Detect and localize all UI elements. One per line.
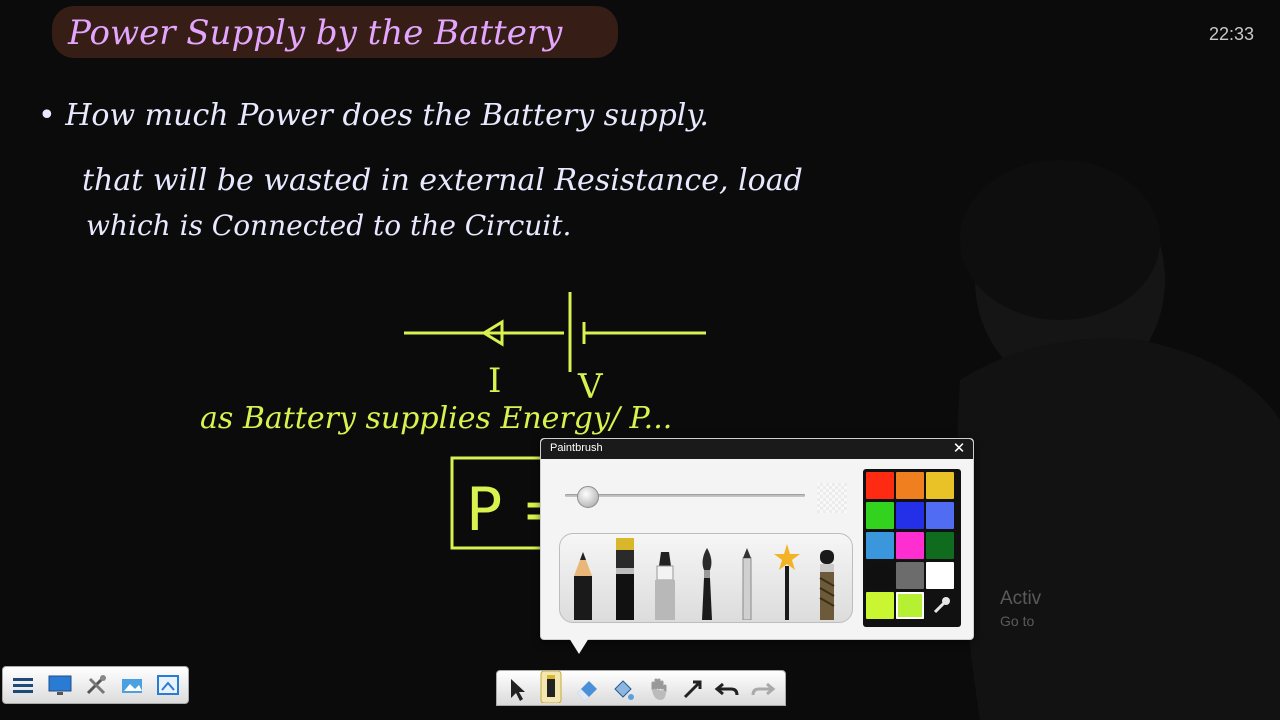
highlighter-icon[interactable]: [652, 542, 678, 620]
board-note: as Battery supplies Energy/ P...: [200, 401, 672, 436]
eyedropper-icon[interactable]: [926, 592, 954, 619]
activate-watermark-title: Activ: [1000, 588, 1042, 609]
left-toolbar: [2, 666, 189, 704]
color-swatch-blue[interactable]: [896, 502, 924, 529]
board-title: Power Supply by the Battery: [67, 13, 563, 53]
pencil-icon[interactable]: [570, 542, 596, 620]
calligraphy-brush-icon[interactable]: [694, 542, 720, 620]
undo-icon[interactable]: [713, 675, 741, 703]
paintbrush-panel: Paintbrush ✕: [540, 438, 974, 654]
menu-icon[interactable]: [9, 671, 37, 699]
color-palette: [863, 469, 961, 627]
brush-marker-icon[interactable]: [612, 536, 638, 620]
presenter-silhouette: [957, 160, 1280, 720]
texture-brush-icon[interactable]: [814, 542, 840, 620]
brush-size-slider[interactable]: [565, 494, 805, 497]
center-toolbar: [496, 670, 786, 706]
circuit-diagram: [404, 292, 706, 372]
gallery-icon[interactable]: [118, 671, 146, 699]
board-line-1: • How much Power does the Battery supply…: [38, 98, 709, 133]
close-icon[interactable]: ✕: [951, 440, 967, 456]
magic-star-wand-icon[interactable]: [774, 542, 800, 620]
panel-pointer: [569, 638, 589, 654]
paintbrush-title: Paintbrush: [550, 442, 603, 454]
color-swatch-orange[interactable]: [896, 472, 924, 499]
board-line-3: which is Connected to the Circuit.: [86, 209, 571, 242]
monitor-icon[interactable]: [46, 671, 74, 699]
brush-size-slider-thumb[interactable]: [577, 486, 599, 508]
color-swatch-dark-green[interactable]: [926, 532, 954, 559]
board-line-2: that will be wasted in external Resistan…: [82, 163, 803, 198]
color-swatch-sky-blue[interactable]: [866, 532, 894, 559]
color-swatch-gray[interactable]: [896, 562, 924, 589]
select-arrow-icon[interactable]: [503, 675, 531, 703]
color-swatch-periwinkle[interactable]: [926, 502, 954, 529]
brush-size-preview: [817, 483, 847, 513]
color-swatch-white[interactable]: [926, 562, 954, 589]
current-label: I: [488, 361, 501, 401]
color-swatch-black[interactable]: [866, 562, 894, 589]
hand-icon[interactable]: [645, 675, 673, 703]
color-swatch-yellow[interactable]: [926, 472, 954, 499]
clock: 22:33: [1208, 24, 1254, 44]
tools-icon[interactable]: [82, 671, 110, 699]
screenshot-icon[interactable]: [154, 671, 182, 699]
color-swatch-green[interactable]: [866, 502, 894, 529]
paintbrush-titlebar[interactable]: Paintbrush ✕: [541, 439, 973, 459]
fill-icon[interactable]: [609, 675, 637, 703]
shapes-arrow-icon[interactable]: [679, 675, 707, 703]
color-swatch-lime-selected[interactable]: [896, 592, 924, 619]
color-swatch-red[interactable]: [866, 472, 894, 499]
color-swatch-magenta[interactable]: [896, 532, 924, 559]
pen-icon[interactable]: [734, 542, 760, 620]
brush-tray: [559, 533, 853, 623]
eraser-icon[interactable]: [573, 675, 601, 703]
activate-watermark-subtitle: Go to: [1000, 613, 1035, 629]
pen-tool-icon[interactable]: [537, 670, 565, 704]
color-swatch-lime[interactable]: [866, 592, 894, 619]
redo-icon[interactable]: [749, 675, 777, 703]
